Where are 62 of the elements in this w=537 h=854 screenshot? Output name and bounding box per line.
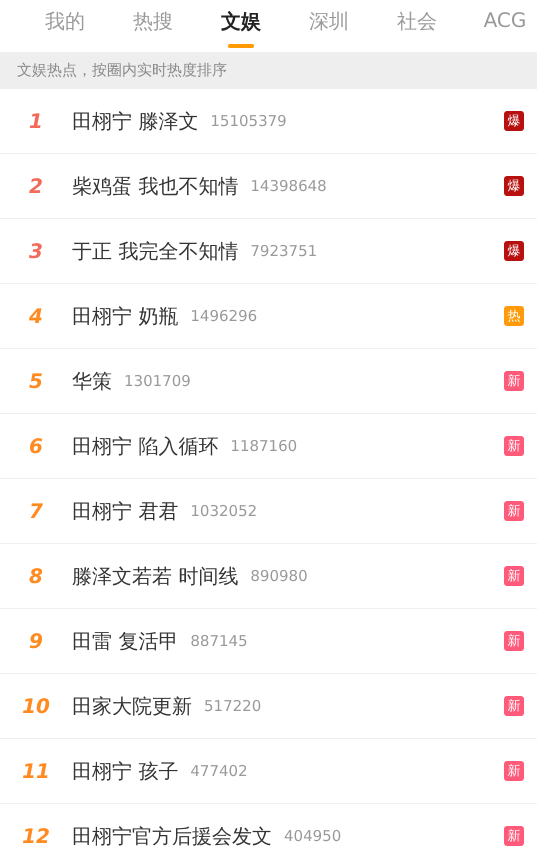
rank-number: 11 — [22, 760, 50, 782]
topic-title: 田栩宁 奶瓶 — [72, 305, 178, 327]
rank-number: 1 — [29, 110, 43, 132]
rank-number: 12 — [22, 825, 50, 847]
topic-badge: 新 — [504, 436, 524, 456]
topic-title: 田雷 复活甲 — [72, 630, 178, 652]
topic-title: 田栩宁 君君 — [72, 500, 178, 522]
topic-badge: 新 — [504, 696, 524, 716]
heat-count: 14398648 — [250, 177, 327, 195]
heat-count: 15105379 — [210, 112, 287, 130]
trending-row[interactable]: 9 田雷 复活甲 887145 新 — [0, 609, 537, 674]
topic-badge: 新 — [504, 631, 524, 651]
heat-count: 1187160 — [230, 437, 298, 455]
trending-row[interactable]: 5 华策 1301709 新 — [0, 349, 537, 414]
rank-number: 5 — [29, 370, 43, 392]
rank-number: 4 — [29, 305, 43, 327]
topic-badge: 新 — [504, 371, 524, 391]
topic-badge: 新 — [504, 501, 524, 521]
topic-title: 柴鸡蛋 我也不知情 — [72, 175, 238, 197]
topic-title: 田家大院更新 — [72, 695, 192, 717]
heat-count: 1496296 — [190, 307, 258, 325]
rank-number: 8 — [29, 565, 43, 587]
heat-count: 890980 — [250, 567, 308, 585]
topic-badge: 新 — [504, 761, 524, 781]
rank-number: 10 — [22, 695, 50, 717]
heat-count: 1032052 — [190, 502, 258, 520]
topic-title: 华策 — [72, 370, 112, 392]
trending-row[interactable]: 11 田栩宁 孩子 477402 新 — [0, 739, 537, 804]
topic-badge: 热 — [504, 306, 524, 326]
rank-number: 6 — [29, 435, 43, 457]
topic-badge: 爆 — [504, 176, 524, 196]
heat-count: 477402 — [190, 762, 248, 780]
trending-row[interactable]: 6 田栩宁 陷入循环 1187160 新 — [0, 414, 537, 479]
rank-number: 7 — [29, 500, 43, 522]
topic-title: 田栩宁 孩子 — [72, 760, 178, 782]
notice-text: 文娱热点，按圈内实时热度排序 — [17, 61, 227, 80]
topic-title: 田栩宁 滕泽文 — [72, 110, 198, 132]
category-tab[interactable]: 文娱 — [197, 0, 285, 52]
trending-row[interactable]: 4 田栩宁 奶瓶 1496296 热 — [0, 284, 537, 349]
rank-number: 9 — [29, 630, 43, 652]
trending-row[interactable]: 7 田栩宁 君君 1032052 新 — [0, 479, 537, 544]
topic-title: 于正 我完全不知情 — [72, 240, 238, 262]
topic-title: 滕泽文若若 时间线 — [72, 565, 238, 587]
rank-number: 3 — [29, 240, 43, 262]
topic-badge: 爆 — [504, 111, 524, 131]
trending-row[interactable]: 10 田家大院更新 517220 新 — [0, 674, 537, 739]
trending-row[interactable]: 12 田栩宁官方后援会发文 404950 新 — [0, 804, 537, 854]
trending-row[interactable]: 3 于正 我完全不知情 7923751 爆 — [0, 219, 537, 284]
heat-count: 517220 — [204, 697, 262, 715]
topic-title: 田栩宁 陷入循环 — [72, 435, 218, 457]
rank-number: 2 — [29, 175, 43, 197]
trending-row[interactable]: 2 柴鸡蛋 我也不知情 14398648 爆 — [0, 154, 537, 219]
heat-count: 1301709 — [124, 372, 191, 390]
heat-count: 7923751 — [250, 242, 318, 260]
topic-badge: 新 — [504, 826, 524, 846]
topic-badge: 爆 — [504, 241, 524, 261]
trending-row[interactable]: 1 田栩宁 滕泽文 15105379 爆 — [0, 89, 537, 154]
trending-row[interactable]: 8 滕泽文若若 时间线 890980 新 — [0, 544, 537, 609]
topic-title: 田栩宁官方后援会发文 — [72, 825, 272, 847]
heat-count: 887145 — [190, 632, 248, 650]
topic-badge: 新 — [504, 566, 524, 586]
heat-count: 404950 — [284, 827, 342, 845]
